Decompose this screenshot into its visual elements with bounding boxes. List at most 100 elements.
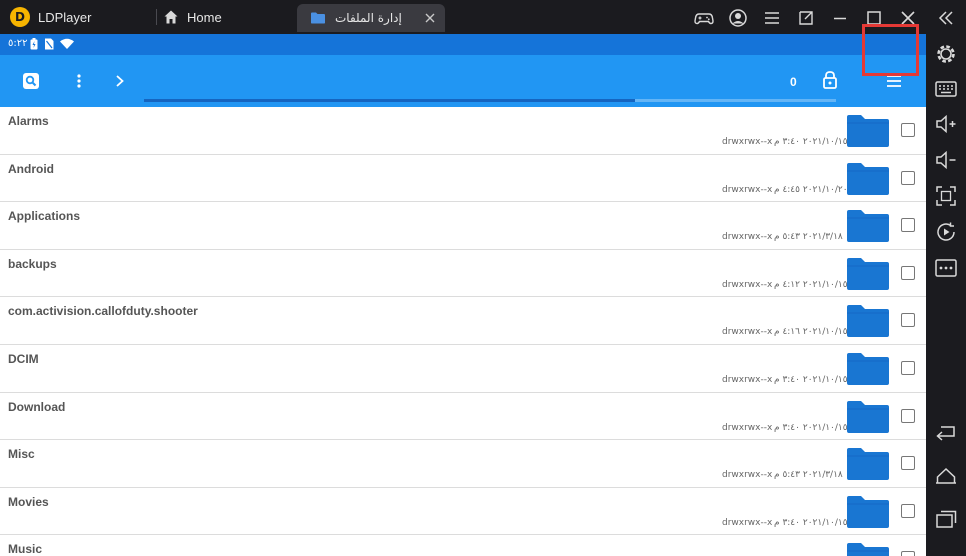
file-row[interactable]: Music — [0, 535, 926, 556]
selection-count: 0 — [790, 75, 797, 89]
android-screen: ٥:٢٢ 0 Alarms drwxrwx--x ٢٠٢١/١٠/١٥ ٣:٤٠… — [0, 34, 926, 556]
file-permissions: drwxrwx--x — [722, 184, 773, 195]
title-bar: D LDPlayer Home إدارة الملفات — [0, 0, 966, 34]
file-meta: drwxrwx--x ٢٠٢١/١٠/١٥ ٤:١٢ م — [722, 280, 848, 290]
resize-icon[interactable] — [796, 8, 816, 28]
file-permissions: drwxrwx--x — [722, 232, 773, 243]
settings-gear-icon[interactable] — [934, 42, 958, 66]
file-row[interactable]: com.activision.callofduty.shooter drwxrwx… — [0, 297, 926, 345]
progress-fill — [144, 99, 636, 102]
select-checkbox[interactable] — [901, 456, 915, 471]
file-meta: drwxrwx--x ٢٠٢١/١٠/٢٠ ٤:٤٥ م — [722, 185, 848, 195]
status-bar: ٥:٢٢ — [0, 34, 926, 55]
folder-icon — [847, 115, 889, 147]
file-name: Android — [8, 161, 54, 176]
file-date: ٢٠٢١/١٠/١٥ ٣:٤٠ م — [774, 422, 848, 433]
minimize-icon[interactable] — [830, 8, 850, 28]
tab-home[interactable]: Home — [163, 5, 283, 29]
fullscreen-icon[interactable] — [934, 184, 958, 208]
gamepad-icon[interactable] — [694, 8, 714, 28]
file-date: ٢٠٢١/٣/١٨ ٥:٤٣ م — [774, 470, 843, 481]
wifi-icon — [60, 38, 74, 49]
select-checkbox[interactable] — [901, 551, 915, 556]
file-row[interactable]: Applications drwxrwx--x ٢٠٢١/٣/١٨ ٥:٤٣ م — [0, 202, 926, 250]
file-date: ٢٠٢١/١٠/١٥ ٤:١٦ م — [774, 327, 848, 338]
keyboard-icon[interactable] — [934, 77, 958, 101]
more-icon[interactable] — [934, 256, 958, 280]
ldplayer-window: D LDPlayer Home إدارة الملفات ٥:٢٢ 0 Ala… — [0, 0, 966, 556]
tab-home-label: Home — [187, 9, 222, 25]
file-name: com.activision.callofduty.shooter — [8, 304, 198, 319]
folder-icon — [847, 210, 889, 243]
file-permissions: drwxrwx--x — [722, 470, 773, 481]
select-checkbox[interactable] — [901, 360, 915, 375]
folder-icon — [847, 257, 889, 290]
file-permissions: drwxrwx--x — [722, 517, 773, 528]
file-date: ٢٠٢١/١٠/١٥ ٣:٤٠ م — [774, 517, 848, 528]
file-meta: drwxrwx--x ٢٠٢١/٣/١٨ ٥:٤٣ م — [722, 470, 843, 480]
folder-icon — [847, 448, 889, 481]
file-permissions: drwxrwx--x — [722, 422, 773, 433]
select-checkbox[interactable] — [901, 170, 915, 185]
recent-apps-icon[interactable] — [934, 507, 958, 531]
file-name: backups — [8, 256, 57, 271]
select-checkbox[interactable] — [901, 265, 915, 280]
ldplayer-logo-icon: D — [10, 7, 30, 27]
file-name: Applications — [8, 209, 81, 224]
file-name: Movies — [8, 494, 49, 509]
file-name: Alarms — [8, 114, 49, 128]
more-options-icon[interactable] — [70, 72, 88, 90]
lock-icon[interactable] — [822, 70, 838, 90]
record-icon[interactable] — [934, 220, 958, 244]
tab-file-manager[interactable]: إدارة الملفات — [297, 4, 445, 32]
file-row[interactable]: Download drwxrwx--x ٢٠٢١/١٠/١٥ ٣:٤٠ م — [0, 392, 926, 441]
tab-close-icon[interactable] — [423, 11, 437, 25]
status-icons — [30, 37, 74, 51]
app-bar: 0 — [0, 55, 926, 107]
volume-down-icon[interactable] — [934, 148, 958, 172]
brand: D LDPlayer — [10, 7, 91, 27]
file-date: ٢٠٢١/١٠/١٥ ٤:١٢ م — [774, 279, 848, 290]
select-checkbox[interactable] — [901, 313, 915, 328]
file-date: ٢٠٢١/١٠/١٥ ٣:٤٠ م — [774, 374, 848, 385]
file-list: Alarms drwxrwx--x ٢٠٢١/١٠/١٥ ٣:٤٠ م Android… — [0, 107, 926, 556]
folder-icon — [847, 162, 889, 195]
status-time: ٥:٢٢ — [8, 38, 28, 49]
search-icon[interactable] — [22, 72, 40, 90]
file-name: DCIM — [8, 351, 39, 366]
file-permissions: drwxrwx--x — [722, 137, 773, 147]
file-meta: drwxrwx--x ٢٠٢١/١٠/١٥ ٣:٤٠ م — [722, 137, 848, 147]
file-name: Misc — [8, 447, 35, 462]
sim-icon — [45, 38, 54, 50]
select-checkbox[interactable] — [901, 218, 915, 233]
folder-icon — [847, 352, 889, 385]
file-row[interactable]: DCIM drwxrwx--x ٢٠٢١/١٠/١٥ ٣:٤٠ م — [0, 344, 926, 393]
highlight-box — [862, 24, 919, 76]
folder-icon — [847, 305, 889, 338]
file-row[interactable]: Alarms drwxrwx--x ٢٠٢١/١٠/١٥ ٣:٤٠ م — [0, 107, 926, 155]
back-icon[interactable] — [934, 419, 958, 443]
folder-icon — [311, 12, 325, 24]
file-row[interactable]: Movies drwxrwx--x ٢٠٢١/١٠/١٥ ٣:٤٠ م — [0, 487, 926, 536]
select-checkbox[interactable] — [901, 408, 915, 423]
folder-icon — [847, 400, 889, 433]
collapse-icon[interactable] — [936, 8, 956, 28]
file-row[interactable]: Misc drwxrwx--x ٢٠٢١/٣/١٨ ٥:٤٣ م — [0, 440, 926, 488]
file-date: ٢٠٢١/٣/١٨ ٥:٤٣ م — [774, 232, 843, 243]
file-meta: drwxrwx--x ٢٠٢١/١٠/١٥ ٣:٤٠ م — [722, 518, 848, 528]
file-date: ٢٠٢١/١٠/٢٠ ٤:٤٥ م — [774, 184, 848, 195]
file-row[interactable]: backups drwxrwx--x ٢٠٢١/١٠/١٥ ٤:١٢ م — [0, 249, 926, 298]
app-name: LDPlayer — [38, 9, 92, 25]
battery-icon — [30, 38, 38, 50]
chevron-right-icon[interactable] — [112, 72, 128, 90]
select-checkbox[interactable] — [901, 503, 915, 518]
select-checkbox[interactable] — [901, 123, 915, 137]
volume-up-icon[interactable] — [934, 112, 958, 136]
folder-icon — [847, 543, 889, 556]
progress-bar — [144, 99, 836, 102]
account-icon[interactable] — [728, 8, 748, 28]
file-date: ٢٠٢١/١٠/١٥ ٣:٤٠ م — [774, 137, 848, 147]
home-nav-icon[interactable] — [934, 463, 958, 487]
file-row[interactable]: Android drwxrwx--x ٢٠٢١/١٠/٢٠ ٤:٤٥ م — [0, 154, 926, 203]
menu-icon[interactable] — [762, 8, 782, 28]
